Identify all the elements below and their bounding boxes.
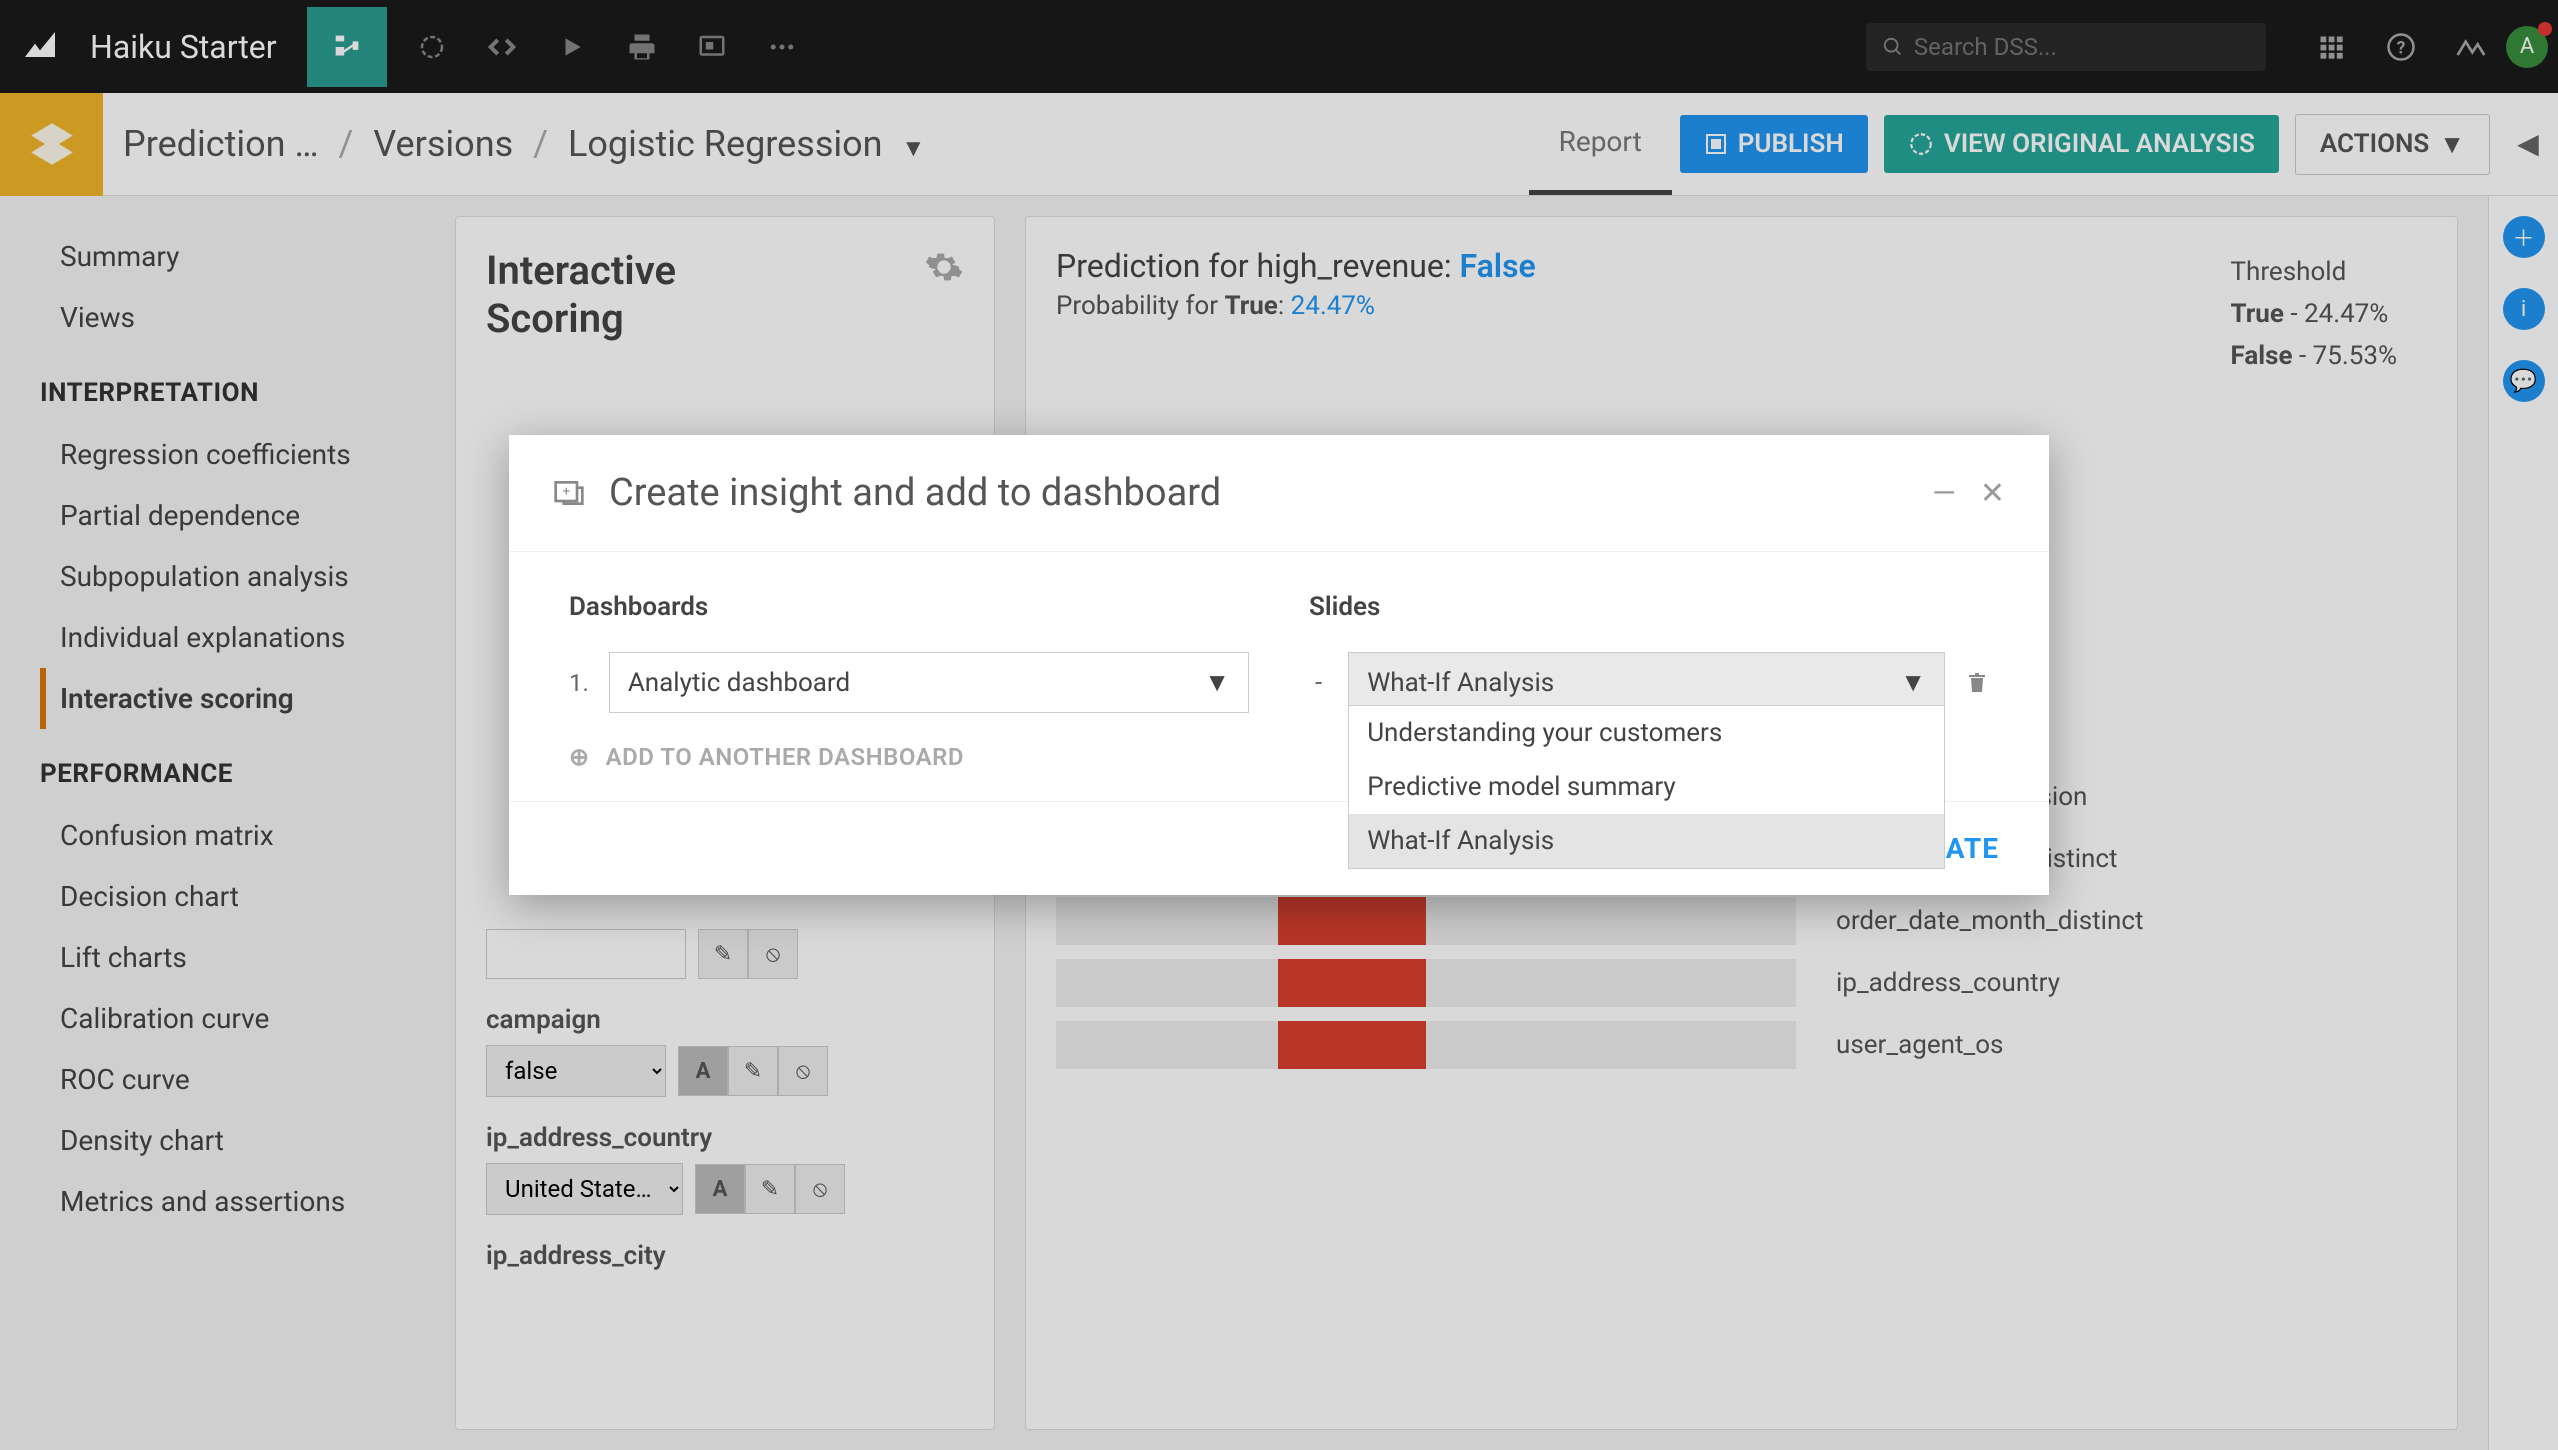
- chevron-down-icon: ▼: [1900, 667, 1926, 698]
- minimize-icon[interactable]: —: [1932, 476, 1955, 511]
- insight-icon: +: [553, 477, 585, 509]
- slide-selected: What-If Analysis: [1367, 668, 1554, 698]
- slide-option[interactable]: Understanding your customers: [1349, 706, 1944, 760]
- add-another-dashboard[interactable]: ⊕ ADD TO ANOTHER DASHBOARD: [569, 743, 1249, 771]
- slide-dropdown: Understanding your customers Predictive …: [1348, 705, 1945, 869]
- plus-icon: ⊕: [569, 743, 590, 771]
- chevron-down-icon: ▼: [1204, 667, 1230, 698]
- slides-header: Slides: [1309, 592, 1989, 622]
- slide-option[interactable]: What-If Analysis: [1349, 814, 1944, 868]
- slide-select[interactable]: What-If Analysis ▼ Understanding your cu…: [1348, 652, 1945, 713]
- svg-text:+: +: [563, 485, 571, 500]
- row-dash: -: [1315, 668, 1322, 698]
- modal-title: Create insight and add to dashboard: [609, 471, 1908, 515]
- modal-body: Dashboards 1. Analytic dashboard ▼ ⊕ ADD…: [509, 552, 2049, 801]
- dashboards-header: Dashboards: [569, 592, 1249, 622]
- modal-header: + Create insight and add to dashboard — …: [509, 435, 2049, 552]
- dashboard-select[interactable]: Analytic dashboard ▼: [609, 652, 1249, 713]
- slide-option[interactable]: Predictive model summary: [1349, 760, 1944, 814]
- dashboard-selected: Analytic dashboard: [628, 668, 850, 698]
- create-insight-modal: + Create insight and add to dashboard — …: [509, 435, 2049, 895]
- close-icon[interactable]: ✕: [1980, 476, 2005, 511]
- add-another-label: ADD TO ANOTHER DASHBOARD: [606, 743, 964, 771]
- row-number: 1.: [569, 669, 589, 697]
- trash-icon[interactable]: [1965, 671, 1989, 695]
